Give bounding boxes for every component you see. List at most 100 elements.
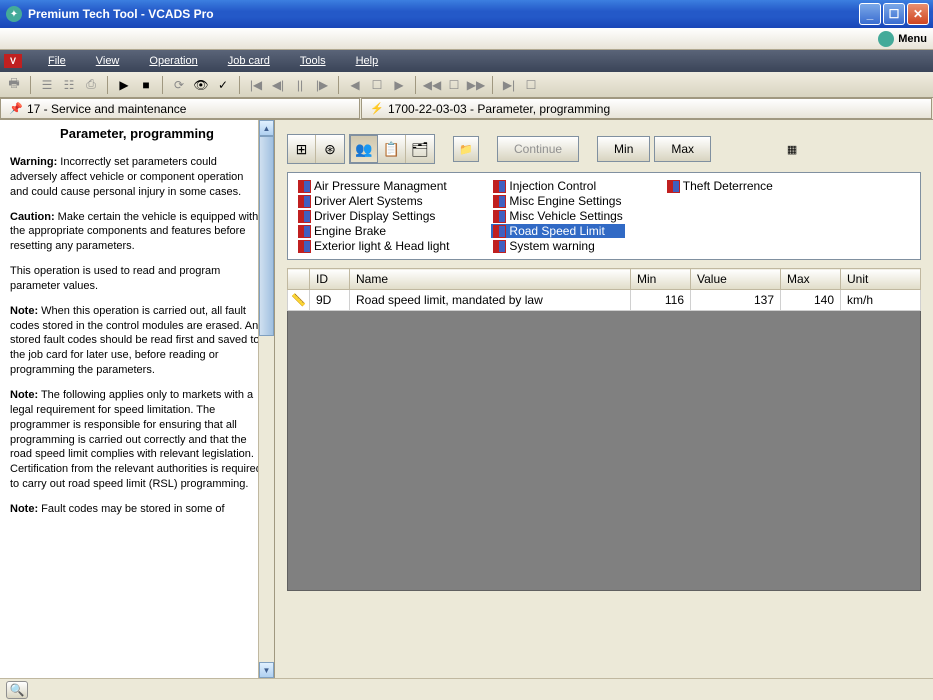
th-name[interactable]: Name — [350, 269, 631, 290]
minimize-button[interactable]: _ — [859, 3, 881, 25]
tool-icon-2[interactable]: ☷ — [59, 75, 79, 95]
cat-air-pressure[interactable]: Air Pressure Managment — [296, 179, 451, 193]
nav-box-icon[interactable]: ☐ — [367, 75, 387, 95]
max-button[interactable]: Max — [654, 136, 711, 162]
view-group-2: 👥 📋 🗂 — [349, 134, 435, 164]
nav-first-icon[interactable]: |◀ — [246, 75, 266, 95]
cat-icon — [493, 195, 506, 208]
nav-rewind-icon[interactable]: ◀◀ — [422, 75, 442, 95]
row-icon: 📏 — [288, 290, 310, 311]
cat-misc-engine[interactable]: Misc Engine Settings — [491, 194, 624, 208]
cat-col-3: Theft Deterrence — [665, 179, 775, 253]
cat-road-speed[interactable]: Road Speed Limit — [491, 224, 624, 238]
menu-file[interactable]: File — [34, 53, 80, 69]
cell-id: 9D — [310, 290, 350, 311]
nav-ff-icon[interactable]: ▶▶ — [466, 75, 486, 95]
continue-button[interactable]: Continue — [497, 136, 579, 162]
eye-icon[interactable]: 👁 — [191, 75, 211, 95]
list-icon[interactable]: 📋 — [378, 135, 406, 163]
grid-icon[interactable]: ▦ — [779, 136, 805, 162]
zoom-button[interactable]: 🔍 — [6, 681, 28, 699]
people-icon[interactable]: 👥 — [350, 135, 378, 163]
scroll-down-icon[interactable]: ▼ — [259, 662, 274, 678]
cat-icon — [298, 225, 311, 238]
nav-prev2-icon[interactable]: ◀| — [268, 75, 288, 95]
cat-misc-vehicle[interactable]: Misc Vehicle Settings — [491, 209, 624, 223]
folder-icon[interactable]: 📁 — [453, 136, 479, 162]
cell-max: 140 — [781, 290, 841, 311]
print-icon[interactable]: 🖶 — [4, 75, 24, 95]
content-area: ⊞ ⊛ 👥 📋 🗂 📁 Continue Min Max ▦ Air Press… — [275, 120, 933, 678]
warning-para: Warning: Incorrectly set parameters coul… — [10, 155, 264, 200]
cat-icon — [493, 225, 506, 238]
cat-icon — [298, 240, 311, 253]
tool-icon-1[interactable]: ☰ — [37, 75, 57, 95]
breadcrumb-left[interactable]: 📌 17 - Service and maintenance — [0, 98, 360, 119]
content-toolbar: ⊞ ⊛ 👥 📋 🗂 📁 Continue Min Max ▦ — [275, 120, 933, 172]
cat-exterior-light[interactable]: Exterior light & Head light — [296, 239, 451, 253]
breadcrumb-row: 📌 17 - Service and maintenance ⚡ 1700-22… — [0, 98, 933, 120]
check-icon[interactable]: ✓ — [213, 75, 233, 95]
scroll-up-icon[interactable]: ▲ — [259, 120, 274, 136]
th-min[interactable]: Min — [631, 269, 691, 290]
refresh-icon[interactable]: ⟳ — [169, 75, 189, 95]
scroll-thumb[interactable] — [259, 136, 274, 336]
menu-tools[interactable]: Tools — [286, 53, 340, 69]
tool-icon-3[interactable]: ⎙ — [81, 75, 101, 95]
min-button[interactable]: Min — [597, 136, 650, 162]
nav-next2-icon[interactable]: |▶ — [312, 75, 332, 95]
cat-engine-brake[interactable]: Engine Brake — [296, 224, 451, 238]
th-value[interactable]: Value — [691, 269, 781, 290]
nav-end-icon[interactable]: ▶| — [499, 75, 519, 95]
parameter-table: ID Name Min Value Max Unit 📏 9D Road spe… — [287, 268, 921, 311]
menu-button[interactable]: Menu — [878, 31, 927, 47]
app-icon: ✦ — [6, 6, 22, 22]
cat-theft[interactable]: Theft Deterrence — [665, 179, 775, 193]
card-icon[interactable]: 🗂 — [406, 135, 434, 163]
main-area: Parameter, programming Warning: Incorrec… — [0, 120, 933, 678]
app-logo-icon: V — [4, 54, 22, 68]
nav-extra-icon[interactable]: ☐ — [521, 75, 541, 95]
sidebar-scrollbar[interactable]: ▲ ▼ — [258, 120, 274, 678]
cat-injection[interactable]: Injection Control — [491, 179, 624, 193]
cat-col-1: Air Pressure Managment Driver Alert Syst… — [296, 179, 451, 253]
menu-jobcard[interactable]: Job card — [214, 53, 284, 69]
table-row[interactable]: 📏 9D Road speed limit, mandated by law 1… — [288, 290, 921, 311]
menu-icon — [878, 31, 894, 47]
menu-view[interactable]: View — [82, 53, 134, 69]
th-unit[interactable]: Unit — [841, 269, 921, 290]
cat-icon — [667, 180, 680, 193]
nav-box2-icon[interactable]: ☐ — [444, 75, 464, 95]
nav-next-icon[interactable]: ▶ — [389, 75, 409, 95]
nav-prev-icon[interactable]: ◀ — [345, 75, 365, 95]
cat-col-2: Injection Control Misc Engine Settings M… — [491, 179, 624, 253]
cat-system-warning[interactable]: System warning — [491, 239, 624, 253]
menu-label: Menu — [898, 33, 927, 45]
parameter-table-wrap: ID Name Min Value Max Unit 📏 9D Road spe… — [287, 268, 921, 311]
cell-name: Road speed limit, mandated by law — [350, 290, 631, 311]
sub-strip: Menu — [0, 28, 933, 50]
nav-pause-icon[interactable]: || — [290, 75, 310, 95]
cat-icon — [493, 240, 506, 253]
bc-left-text: 17 - Service and maintenance — [27, 102, 186, 116]
pin-icon: 📌 — [9, 102, 23, 116]
th-max[interactable]: Max — [781, 269, 841, 290]
cell-value[interactable]: 137 — [691, 290, 781, 311]
close-button[interactable]: ✕ — [907, 3, 929, 25]
cat-icon — [493, 180, 506, 193]
cat-driver-display[interactable]: Driver Display Settings — [296, 209, 451, 223]
stop-icon[interactable]: ■ — [136, 75, 156, 95]
th-id[interactable]: ID — [310, 269, 350, 290]
caution-para: Caution: Make certain the vehicle is equ… — [10, 210, 264, 255]
menu-help[interactable]: Help — [342, 53, 393, 69]
note2-para: Note: The following applies only to mark… — [10, 388, 264, 492]
cell-unit: km/h — [841, 290, 921, 311]
cat-driver-alert[interactable]: Driver Alert Systems — [296, 194, 451, 208]
breadcrumb-right[interactable]: ⚡ 1700-22-03-03 - Parameter, programming — [361, 98, 932, 119]
play-icon[interactable]: ▶ — [114, 75, 134, 95]
tree-icon[interactable]: ⊞ — [288, 135, 316, 163]
network-icon[interactable]: ⊛ — [316, 135, 344, 163]
th-icon[interactable] — [288, 269, 310, 290]
menu-operation[interactable]: Operation — [135, 53, 211, 69]
maximize-button[interactable]: ☐ — [883, 3, 905, 25]
